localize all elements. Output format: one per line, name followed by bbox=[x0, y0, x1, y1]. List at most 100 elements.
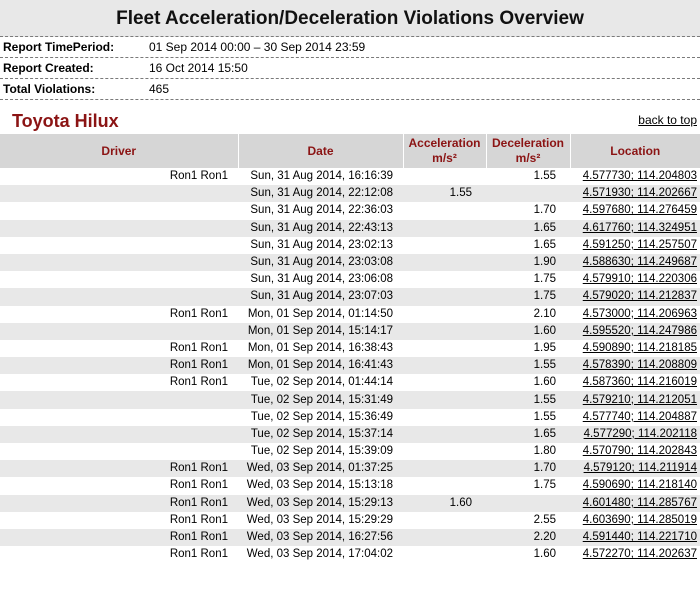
info-label: Report TimePeriod: bbox=[3, 40, 115, 54]
header-label: Location bbox=[610, 143, 661, 158]
column-header-driver[interactable]: Driver bbox=[0, 134, 238, 168]
location-link[interactable]: 4.590890; 114.218185 bbox=[570, 339, 700, 358]
date-cell: Wed, 03 Sep 2014, 15:13:18 bbox=[238, 477, 403, 495]
location-link[interactable]: 4.617760; 114.324951 bbox=[570, 219, 700, 237]
location-link[interactable]: 4.570790; 114.202843 bbox=[570, 443, 700, 461]
driver-cell bbox=[0, 425, 238, 443]
deceleration-cell: 1.65 bbox=[486, 236, 570, 254]
location-link[interactable]: 4.577730; 114.204803 bbox=[570, 168, 700, 186]
acceleration-cell bbox=[403, 511, 486, 529]
table-row: Ron1 Ron1 Wed, 03 Sep 2014, 17:04:02 1.60 4… bbox=[0, 546, 700, 564]
location-link[interactable]: 4.579020; 114.212837 bbox=[570, 288, 700, 306]
location-link[interactable]: 4.571930; 114.202667 bbox=[570, 185, 700, 203]
info-row-time-period: Report TimePeriod: 01 Sep 2014 00:00 – 3… bbox=[0, 37, 700, 58]
location-link[interactable]: 4.587360; 114.216019 bbox=[570, 374, 700, 392]
acceleration-cell bbox=[403, 305, 486, 323]
location-link[interactable]: 4.573000; 114.206963 bbox=[570, 305, 700, 323]
deceleration-cell: 1.55 bbox=[486, 357, 570, 375]
info-label: Report Created: bbox=[3, 61, 94, 75]
column-header-date[interactable]: Date bbox=[237, 134, 403, 168]
deceleration-cell: 1.55 bbox=[486, 168, 570, 186]
driver-cell bbox=[0, 202, 238, 220]
deceleration-cell bbox=[486, 185, 570, 203]
location-link[interactable]: 4.597680; 114.276459 bbox=[570, 202, 700, 220]
deceleration-cell: 1.70 bbox=[486, 202, 570, 220]
acceleration-cell bbox=[403, 322, 486, 340]
location-link[interactable]: 4.579910; 114.220306 bbox=[570, 271, 700, 289]
driver-cell: Ron1 Ron1 bbox=[0, 305, 238, 323]
deceleration-cell: 1.75 bbox=[486, 477, 570, 495]
acceleration-cell: 1.55 bbox=[403, 185, 486, 203]
location-link[interactable]: 4.579210; 114.212051 bbox=[570, 391, 700, 409]
location-link[interactable]: 4.577740; 114.204887 bbox=[570, 408, 700, 426]
location-link[interactable]: 4.601480; 114.285767 bbox=[570, 494, 700, 512]
table-header-row: Driver Date Acceleration m/s² Deceleratio… bbox=[0, 134, 700, 168]
column-header-acceleration[interactable]: Acceleration m/s² bbox=[402, 134, 486, 168]
table-row: Ron1 Ron1 Wed, 03 Sep 2014, 15:13:18 1.75 4… bbox=[0, 477, 700, 495]
date-cell: Mon, 01 Sep 2014, 01:14:50 bbox=[238, 305, 403, 323]
acceleration-cell bbox=[403, 253, 486, 272]
acceleration-cell bbox=[403, 460, 486, 478]
acceleration-cell bbox=[403, 288, 486, 306]
date-cell: Sun, 31 Aug 2014, 16:16:39 bbox=[238, 168, 403, 186]
violations-table: Driver Date Acceleration m/s² Deceleratio… bbox=[0, 134, 700, 564]
location-link[interactable]: 4.577290; 114.202118 bbox=[570, 425, 700, 443]
table-row: Tue, 02 Sep 2014, 15:37:14 1.65 4.577290; … bbox=[0, 425, 700, 443]
location-link[interactable]: 4.578390; 114.208809 bbox=[570, 357, 700, 375]
info-label: Total Violations: bbox=[3, 82, 96, 96]
deceleration-cell: 1.60 bbox=[486, 322, 570, 340]
table-row: Ron1 Ron1 Wed, 03 Sep 2014, 15:29:13 1.60 4… bbox=[0, 494, 700, 512]
vehicle-section-header: Toyota Hilux back to top bbox=[0, 100, 700, 134]
table-row: Ron1 Ron1 Wed, 03 Sep 2014, 16:27:56 2.20 4… bbox=[0, 528, 700, 547]
driver-cell: Ron1 Ron1 bbox=[0, 528, 238, 547]
acceleration-cell bbox=[403, 271, 486, 289]
column-header-location[interactable]: Location bbox=[569, 134, 700, 168]
date-cell: Sun, 31 Aug 2014, 23:06:08 bbox=[238, 271, 403, 289]
date-cell: Mon, 01 Sep 2014, 16:38:43 bbox=[238, 339, 403, 358]
driver-cell: Ron1 Ron1 bbox=[0, 357, 238, 375]
date-cell: Sun, 31 Aug 2014, 22:12:08 bbox=[238, 185, 403, 203]
deceleration-cell: 1.55 bbox=[486, 391, 570, 409]
date-cell: Tue, 02 Sep 2014, 15:39:09 bbox=[238, 443, 403, 461]
table-row: Ron1 Ron1 Wed, 03 Sep 2014, 15:29:29 2.55 4… bbox=[0, 511, 700, 529]
info-value: 16 Oct 2014 15:50 bbox=[149, 61, 248, 75]
date-cell: Sun, 31 Aug 2014, 22:43:13 bbox=[238, 219, 403, 237]
driver-cell bbox=[0, 443, 238, 461]
deceleration-cell: 1.95 bbox=[486, 339, 570, 358]
acceleration-cell bbox=[403, 202, 486, 220]
location-link[interactable]: 4.579120; 114.211914 bbox=[570, 460, 700, 478]
location-link[interactable]: 4.590690; 114.218140 bbox=[570, 477, 700, 495]
acceleration-cell bbox=[403, 408, 486, 426]
driver-cell bbox=[0, 408, 238, 426]
driver-cell: Ron1 Ron1 bbox=[0, 460, 238, 478]
location-link[interactable]: 4.595520; 114.247986 bbox=[570, 322, 700, 340]
date-cell: Wed, 03 Sep 2014, 16:27:56 bbox=[238, 528, 403, 547]
deceleration-cell: 1.75 bbox=[486, 288, 570, 306]
date-cell: Tue, 02 Sep 2014, 15:37:14 bbox=[238, 425, 403, 443]
date-cell: Mon, 01 Sep 2014, 16:41:43 bbox=[238, 357, 403, 375]
acceleration-cell bbox=[403, 546, 486, 564]
deceleration-cell: 1.90 bbox=[486, 253, 570, 272]
column-header-deceleration[interactable]: Deceleration m/s² bbox=[485, 134, 570, 168]
acceleration-cell bbox=[403, 236, 486, 254]
location-link[interactable]: 4.603690; 114.285019 bbox=[570, 511, 700, 529]
location-link[interactable]: 4.572270; 114.202637 bbox=[570, 546, 700, 564]
deceleration-cell: 1.80 bbox=[486, 443, 570, 461]
acceleration-cell bbox=[403, 477, 486, 495]
acceleration-cell bbox=[403, 219, 486, 237]
date-cell: Wed, 03 Sep 2014, 01:37:25 bbox=[238, 460, 403, 478]
location-link[interactable]: 4.591250; 114.257507 bbox=[570, 236, 700, 254]
deceleration-cell: 1.65 bbox=[486, 219, 570, 237]
table-row: Ron1 Ron1 Tue, 02 Sep 2014, 01:44:14 1.60 4… bbox=[0, 374, 700, 392]
header-label: Deceleration bbox=[491, 136, 565, 150]
date-cell: Mon, 01 Sep 2014, 15:14:17 bbox=[238, 322, 403, 340]
acceleration-cell bbox=[403, 357, 486, 375]
table-row: Sun, 31 Aug 2014, 22:36:03 1.70 4.597680; … bbox=[0, 202, 700, 220]
location-link[interactable]: 4.591440; 114.221710 bbox=[570, 528, 700, 547]
driver-cell: Ron1 Ron1 bbox=[0, 168, 238, 186]
back-to-top-link[interactable]: back to top bbox=[638, 113, 697, 127]
table-row: Ron1 Ron1 Sun, 31 Aug 2014, 16:16:39 1.55 4… bbox=[0, 168, 700, 186]
table-row: Sun, 31 Aug 2014, 23:06:08 1.75 4.579910; … bbox=[0, 271, 700, 289]
location-link[interactable]: 4.588630; 114.249687 bbox=[570, 253, 700, 272]
driver-cell bbox=[0, 253, 238, 272]
